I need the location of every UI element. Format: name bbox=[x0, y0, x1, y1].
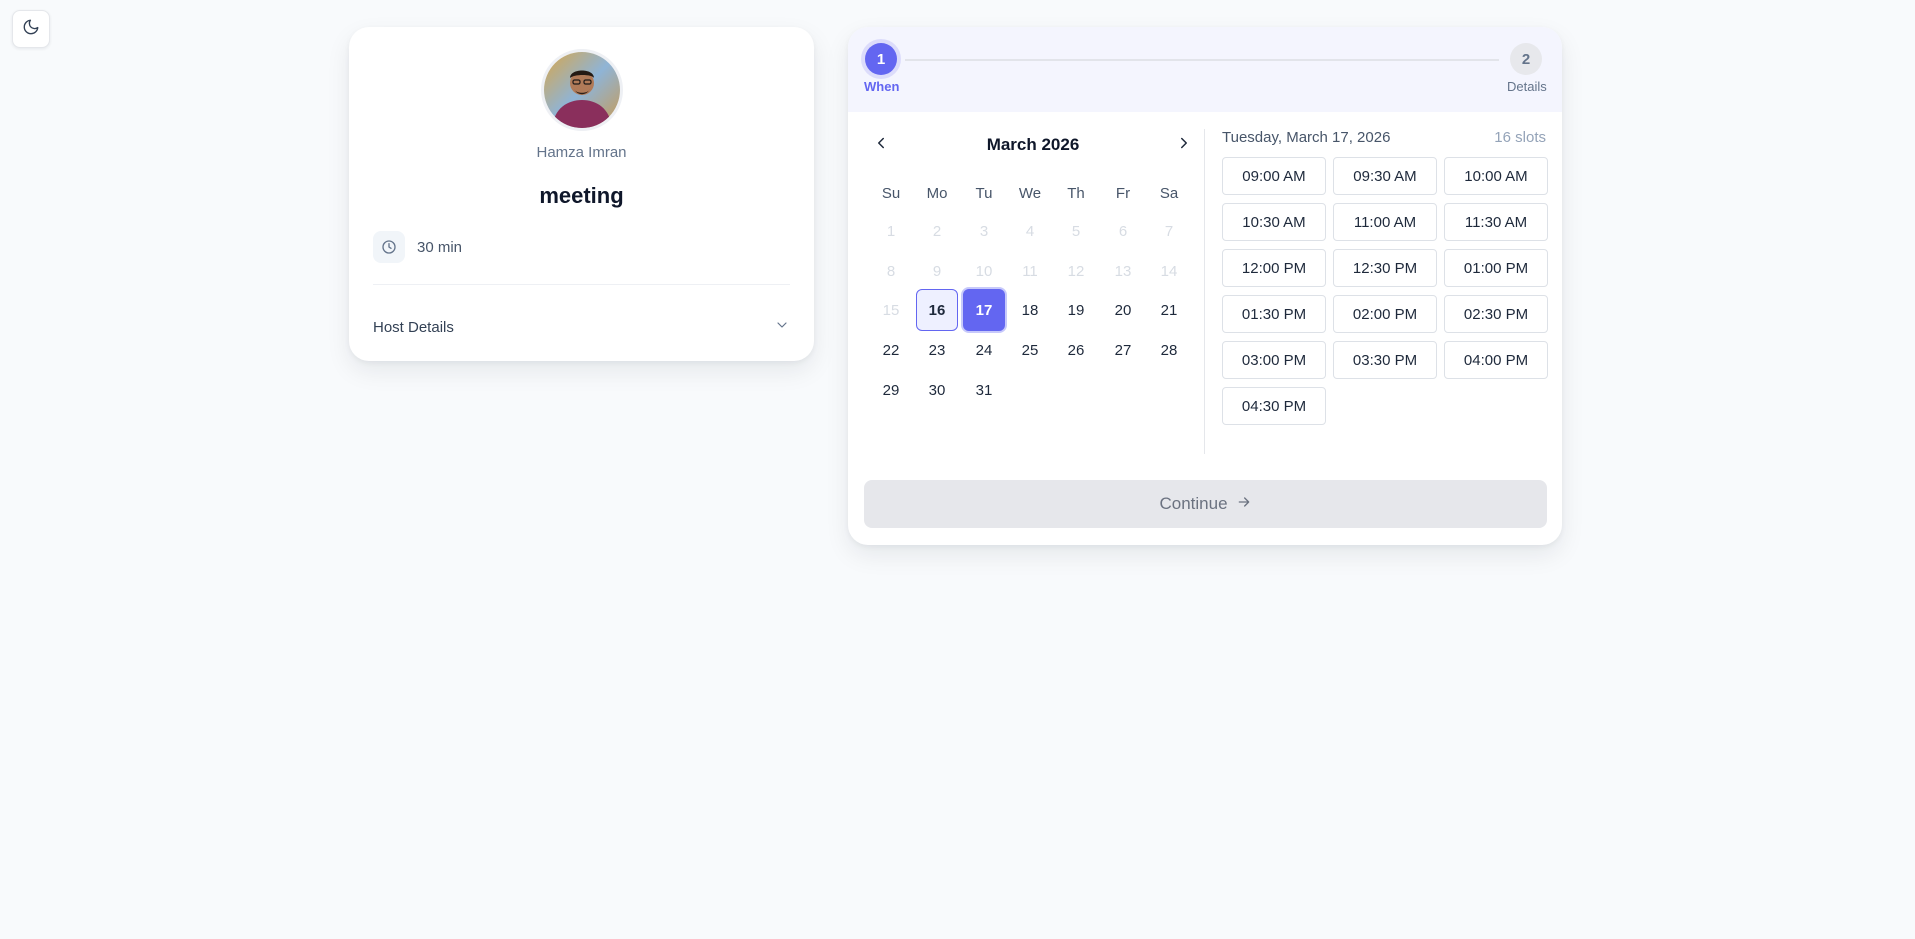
time-slot-button[interactable]: 09:00 AM bbox=[1222, 157, 1326, 195]
calendar-day-disabled: 1 bbox=[886, 222, 896, 240]
step-progress-line bbox=[905, 59, 1499, 61]
step-1-indicator: 1 bbox=[865, 43, 897, 75]
calendar-day-disabled: 9 bbox=[932, 262, 942, 280]
calendar-day[interactable]: 24 bbox=[963, 329, 1005, 371]
calendar-day[interactable]: 26 bbox=[1055, 329, 1097, 371]
time-slot-button[interactable]: 11:00 AM bbox=[1333, 203, 1437, 241]
calendar-day[interactable]: 19 bbox=[1055, 289, 1097, 331]
divider bbox=[373, 284, 790, 285]
previous-month-button[interactable] bbox=[867, 131, 895, 159]
calendar-day-selected[interactable]: 17 bbox=[963, 289, 1005, 331]
next-month-button[interactable] bbox=[1170, 131, 1198, 159]
calendar-day-disabled: 15 bbox=[882, 301, 900, 319]
clock-icon bbox=[373, 231, 405, 263]
time-slot-button[interactable]: 03:30 PM bbox=[1333, 341, 1437, 379]
slots-count: 16 slots bbox=[1494, 129, 1546, 146]
time-slot-button[interactable]: 01:00 PM bbox=[1444, 249, 1548, 287]
time-slot-button[interactable]: 11:30 AM bbox=[1444, 203, 1548, 241]
calendar-day-disabled: 3 bbox=[979, 222, 989, 240]
calendar-day[interactable]: 30 bbox=[916, 369, 958, 411]
calendar-day-disabled: 11 bbox=[1022, 262, 1038, 280]
chevron-right-icon bbox=[1175, 134, 1193, 157]
time-slot-button[interactable]: 10:00 AM bbox=[1444, 157, 1548, 195]
event-title: meeting bbox=[539, 183, 624, 208]
step-2-indicator: 2 bbox=[1510, 43, 1542, 75]
calendar-day[interactable]: 18 bbox=[1009, 289, 1051, 331]
continue-label: Continue bbox=[1159, 494, 1228, 513]
time-slot-button[interactable]: 02:00 PM bbox=[1333, 295, 1437, 333]
time-slot-button[interactable]: 03:00 PM bbox=[1222, 341, 1326, 379]
time-slot-button[interactable]: 04:30 PM bbox=[1222, 387, 1326, 425]
chevron-down-icon bbox=[774, 317, 790, 338]
selected-date-label: Tuesday, March 17, 2026 bbox=[1222, 129, 1391, 146]
calendar-day-disabled: 5 bbox=[1071, 222, 1081, 240]
calendar-day-disabled: 6 bbox=[1118, 222, 1128, 240]
time-slot-button[interactable]: 04:00 PM bbox=[1444, 341, 1548, 379]
weekday-header: Fr bbox=[1115, 185, 1131, 202]
calendar-day[interactable]: 23 bbox=[916, 329, 958, 371]
moon-icon bbox=[22, 18, 40, 41]
host-details-toggle[interactable]: Host Details bbox=[373, 317, 790, 338]
weekday-header: Tu bbox=[975, 185, 993, 202]
calendar-day[interactable]: 20 bbox=[1102, 289, 1144, 331]
calendar-day[interactable]: 31 bbox=[963, 369, 1005, 411]
calendar-day[interactable]: 25 bbox=[1009, 329, 1051, 371]
time-slot-button[interactable]: 09:30 AM bbox=[1333, 157, 1437, 195]
calendar-month-label: March 2026 bbox=[986, 135, 1080, 154]
time-slot-button[interactable]: 12:30 PM bbox=[1333, 249, 1437, 287]
calendar-day[interactable]: 21 bbox=[1148, 289, 1190, 331]
panel-divider bbox=[1204, 129, 1205, 454]
host-details-label: Host Details bbox=[373, 319, 454, 336]
calendar-day-disabled: 4 bbox=[1025, 222, 1035, 240]
weekday-header: Su bbox=[881, 185, 901, 202]
time-slot-button[interactable]: 01:30 PM bbox=[1222, 295, 1326, 333]
calendar-day[interactable]: 27 bbox=[1102, 329, 1144, 371]
weekday-header: We bbox=[1018, 185, 1042, 202]
avatar bbox=[541, 49, 623, 131]
calendar-day-today[interactable]: 16 bbox=[916, 289, 958, 331]
time-slot-button[interactable]: 12:00 PM bbox=[1222, 249, 1326, 287]
scheduler-card: 1 When 2 Details March 2026 Su Mo Tu We Th Fr… bbox=[848, 27, 1562, 545]
calendar-day-disabled: 13 bbox=[1114, 262, 1132, 280]
duration-text: 30 min bbox=[417, 238, 463, 256]
weekday-header: Th bbox=[1067, 185, 1085, 202]
weekday-header: Mo bbox=[926, 185, 948, 202]
step-1-label: When bbox=[864, 79, 900, 94]
calendar-day[interactable]: 22 bbox=[870, 329, 912, 371]
time-slot-button[interactable]: 10:30 AM bbox=[1222, 203, 1326, 241]
calendar-day-disabled: 12 bbox=[1067, 262, 1085, 280]
chevron-left-icon bbox=[872, 134, 890, 157]
calendar-day-disabled: 14 bbox=[1160, 262, 1178, 280]
continue-button[interactable]: Continue bbox=[864, 480, 1547, 528]
step-2-label: Details bbox=[1507, 79, 1547, 94]
calendar-day[interactable]: 28 bbox=[1148, 329, 1190, 371]
host-card: Hamza Imran meeting 30 min Host Details bbox=[349, 27, 814, 361]
calendar-day-disabled: 7 bbox=[1164, 222, 1174, 240]
calendar-day-disabled: 10 bbox=[975, 262, 993, 280]
arrow-right-icon bbox=[1228, 494, 1252, 515]
theme-toggle-button[interactable] bbox=[12, 10, 50, 48]
calendar-day-disabled: 8 bbox=[886, 262, 896, 280]
host-name: Hamza Imran bbox=[536, 144, 627, 161]
calendar-day[interactable]: 29 bbox=[870, 369, 912, 411]
calendar-day-disabled: 2 bbox=[932, 222, 942, 240]
stepper: 1 When 2 Details bbox=[848, 27, 1562, 112]
duration-row: 30 min bbox=[373, 231, 462, 263]
time-slot-button[interactable]: 02:30 PM bbox=[1444, 295, 1548, 333]
weekday-header: Sa bbox=[1159, 185, 1179, 202]
